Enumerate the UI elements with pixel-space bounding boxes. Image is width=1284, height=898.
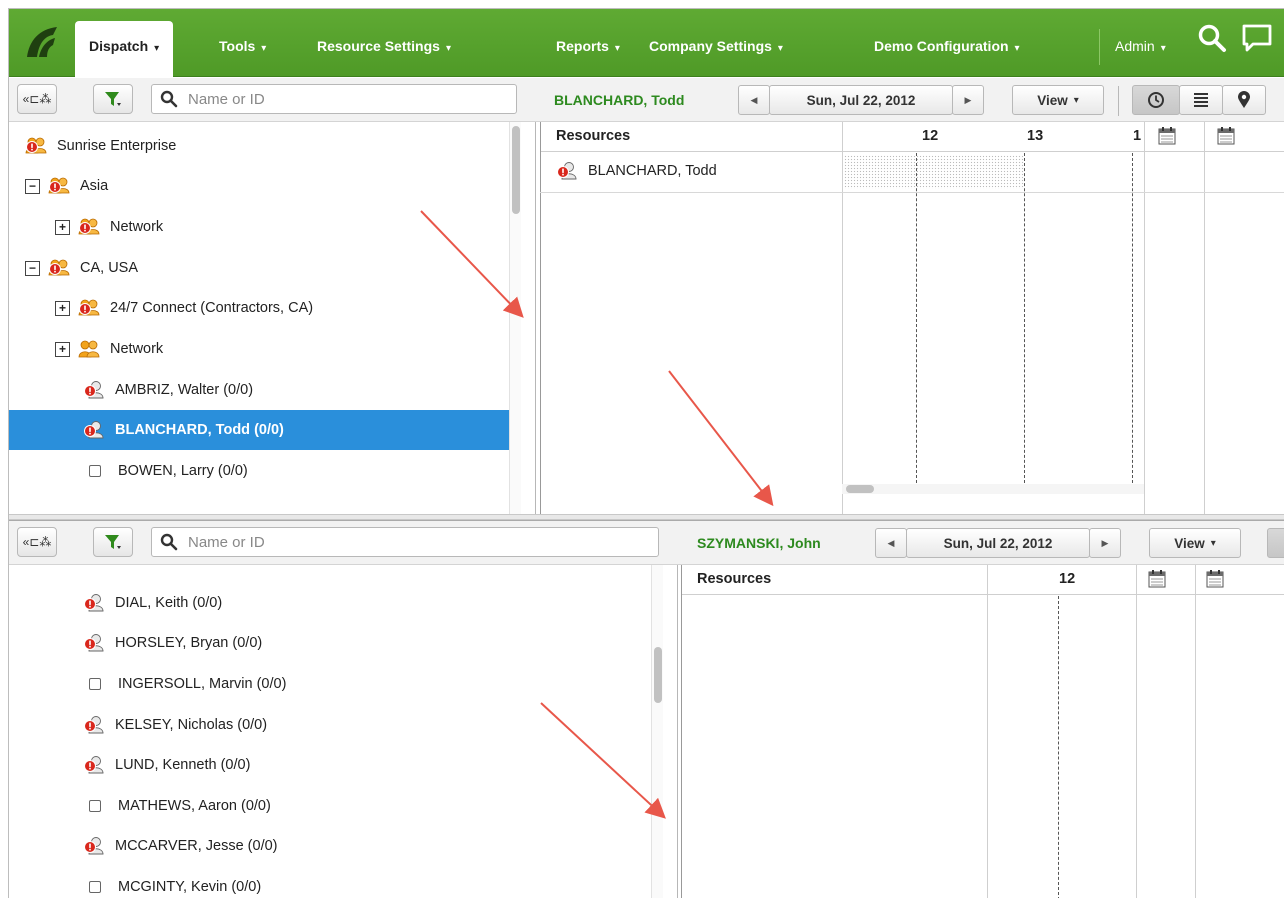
annotation-arrow <box>420 210 524 318</box>
annotation-arrows <box>420 210 774 819</box>
annotation-arrow <box>668 370 774 507</box>
annotation-arrow <box>540 702 666 819</box>
app-window: Dispatch ▾ Tools ▾ Resource Settings ▾ Repo… <box>8 8 1284 898</box>
